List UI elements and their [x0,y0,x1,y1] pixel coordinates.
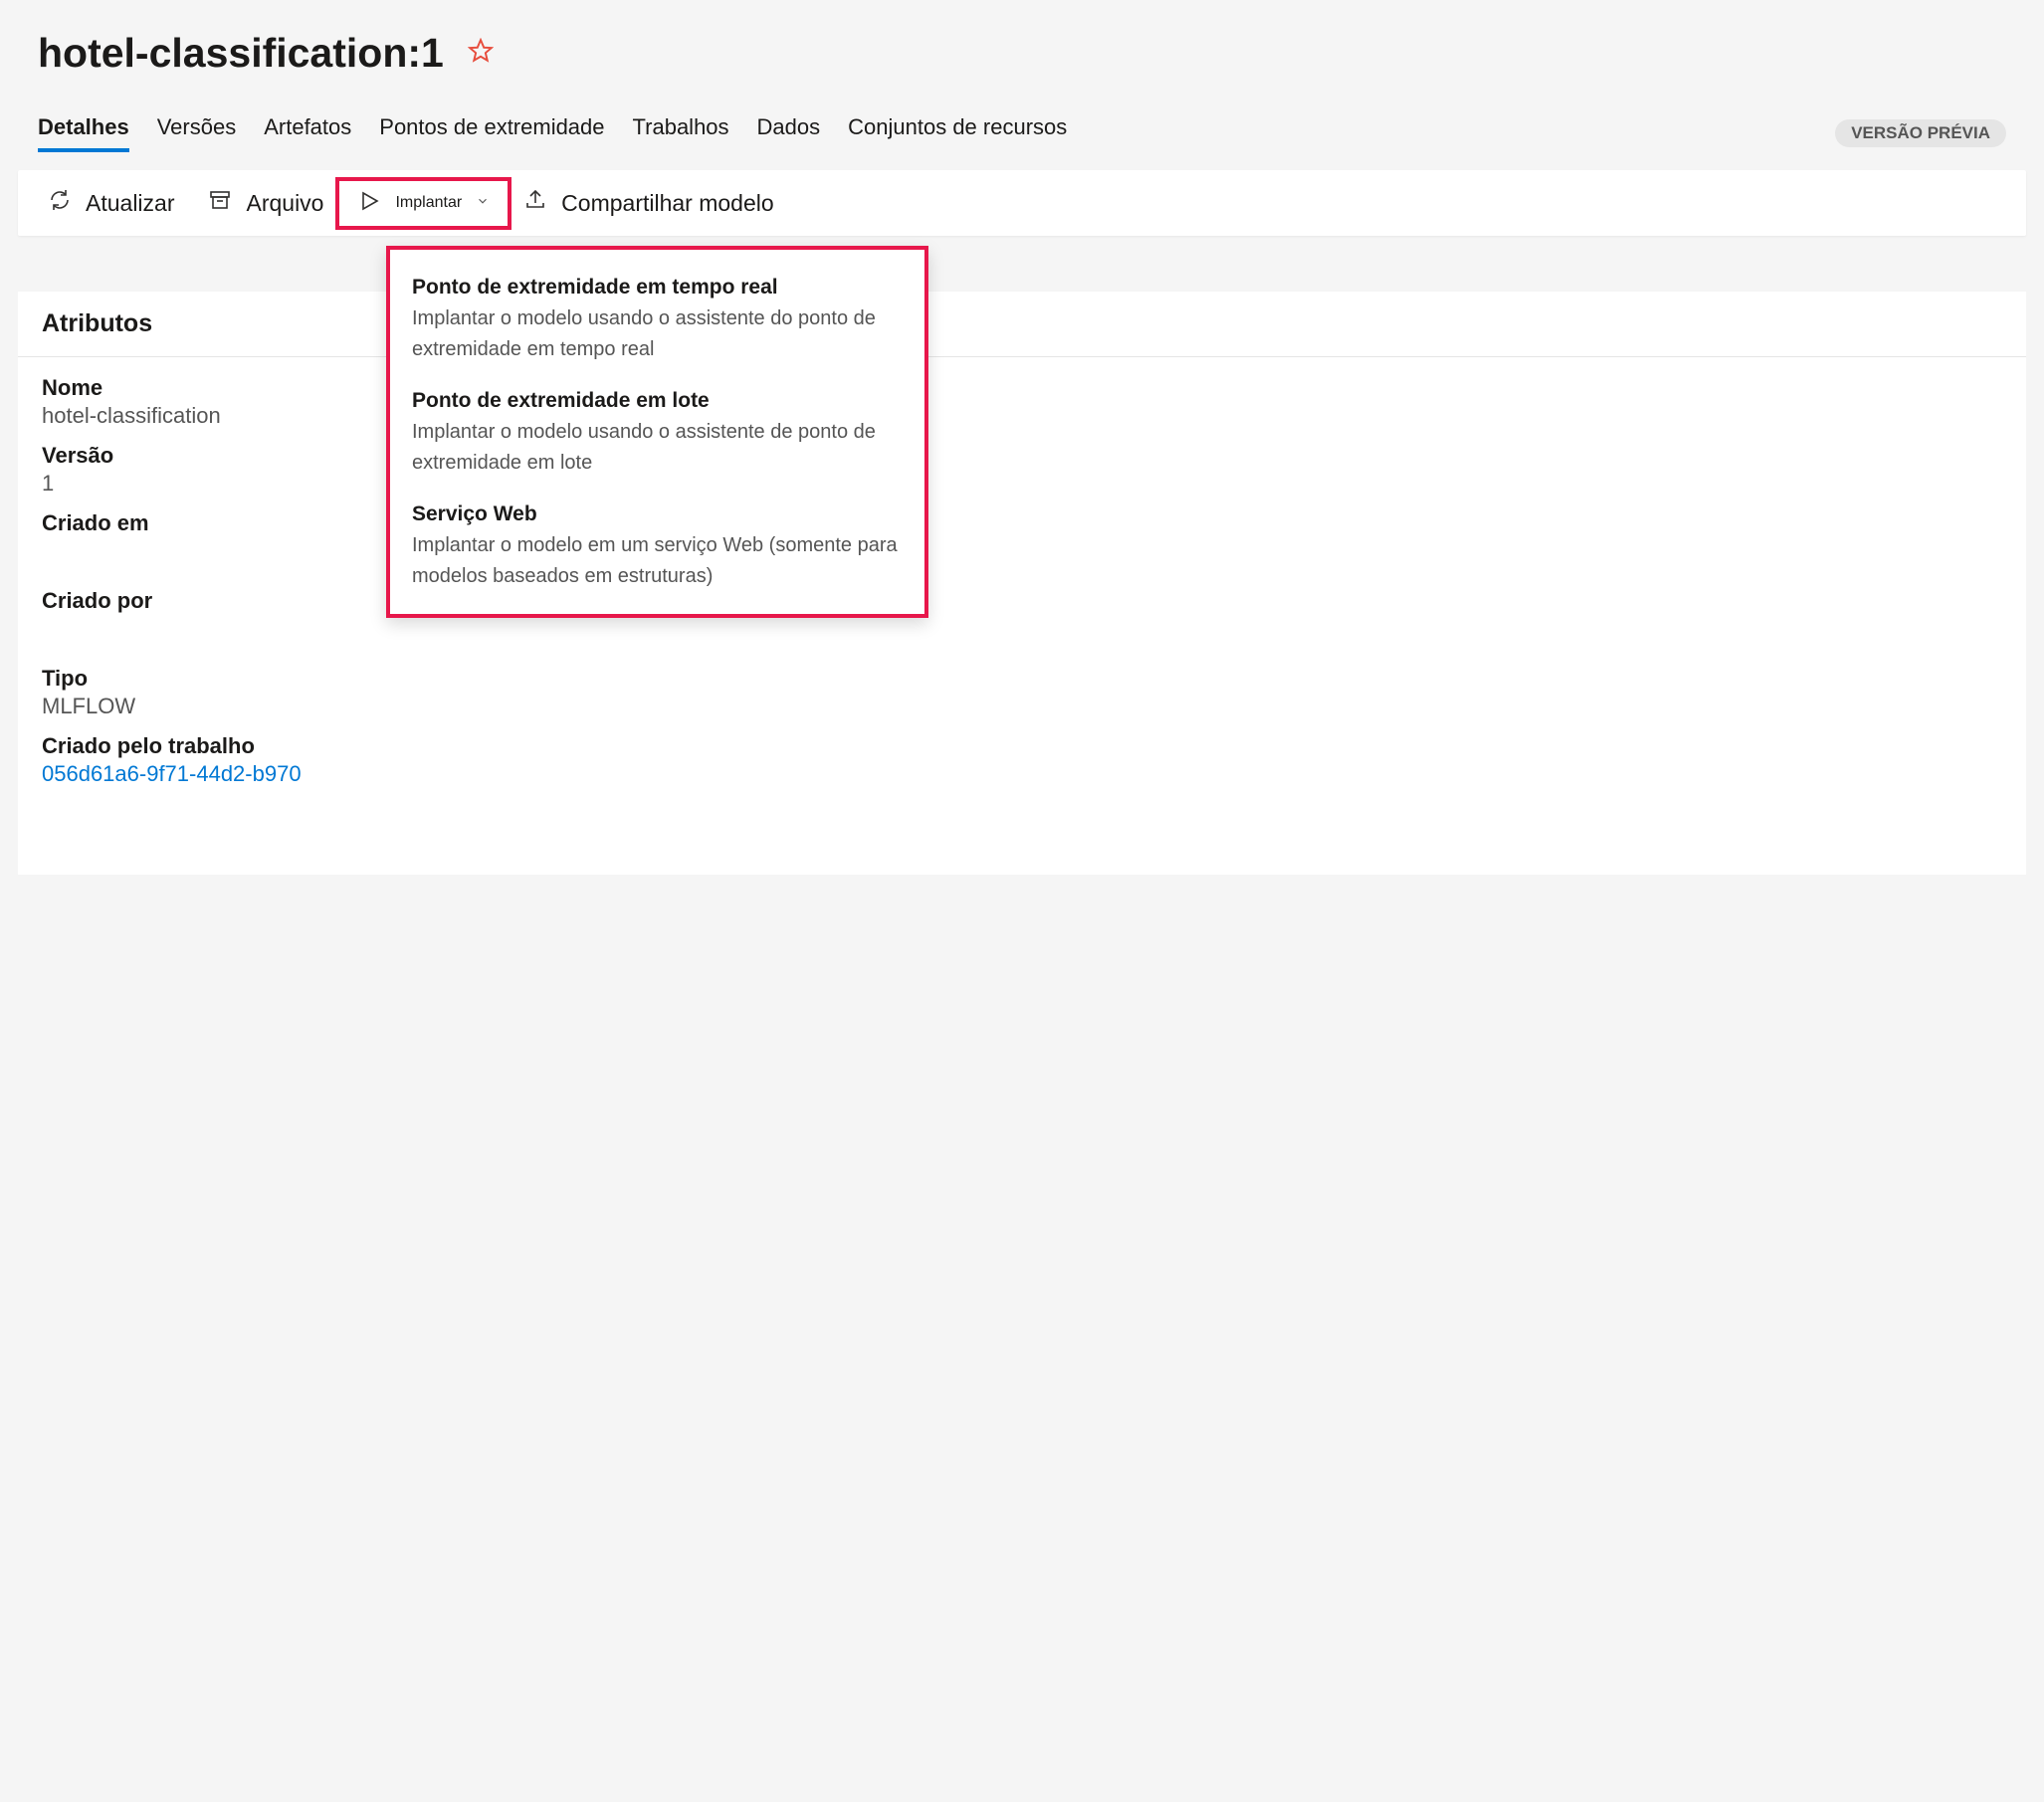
deploy-option-title: Ponto de extremidade em lote [412,389,903,413]
refresh-button[interactable]: Atualizar [48,188,174,218]
deploy-option-realtime[interactable]: Ponto de extremidade em tempo real Impla… [412,270,903,383]
attr-version-value: 1 [42,471,2002,497]
deploy-option-title: Ponto de extremidade em tempo real [412,276,903,300]
attr-name-value: hotel-classification [42,403,2002,429]
upload-icon [523,188,547,218]
tab-versoes[interactable]: Versões [157,114,237,152]
tab-trabalhos[interactable]: Trabalhos [633,114,729,152]
attr-version-label: Versão [42,443,2002,469]
toolbar: Atualizar Arquivo Implantar [18,170,2026,236]
attr-created-label: Criado em [42,510,2002,536]
attr-name-label: Nome [42,375,2002,401]
deploy-option-title: Serviço Web [412,502,903,526]
attr-createdby-label: Criado por [42,588,2002,614]
section-title: Atributos [42,309,2002,338]
deploy-option-desc: Implantar o modelo usando o assistente d… [412,303,903,365]
attr-type-label: Tipo [42,666,2002,692]
attr-job-link[interactable]: 056d61a6-9f71-44d2-b970 [42,761,2002,787]
refresh-icon [48,188,72,218]
page-title: hotel-classification:1 [38,30,444,77]
deploy-button[interactable]: Implantar [335,177,511,230]
share-label: Compartilhar modelo [561,190,773,217]
chevron-down-icon [476,194,490,213]
attr-type-value: MLFLOW [42,694,2002,719]
share-model-button[interactable]: Compartilhar modelo [523,188,773,218]
attr-job-label: Criado pelo trabalho [42,733,2002,759]
deploy-dropdown: Ponto de extremidade em tempo real Impla… [386,246,928,618]
archive-label: Arquivo [246,190,323,217]
tab-artefatos[interactable]: Artefatos [264,114,351,152]
tab-pontos[interactable]: Pontos de extremidade [379,114,604,152]
refresh-label: Atualizar [86,190,174,217]
tabs: Detalhes Versões Artefatos Pontos de ext… [0,87,2044,152]
deploy-option-desc: Implantar o modelo em um serviço Web (so… [412,530,903,592]
preview-badge: VERSÃO PRÉVIA [1835,119,2006,147]
tab-dados[interactable]: Dados [757,114,821,152]
tab-conjuntos[interactable]: Conjuntos de recursos [848,114,1067,152]
play-icon [357,189,381,218]
deploy-option-desc: Implantar o modelo usando o assistente d… [412,417,903,479]
favorite-star-icon[interactable] [468,38,494,69]
deploy-option-batch[interactable]: Ponto de extremidade em lote Implantar o… [412,383,903,497]
archive-icon [208,188,232,218]
tab-detalhes[interactable]: Detalhes [38,114,129,152]
deploy-option-webservice[interactable]: Serviço Web Implantar o modelo em um ser… [412,497,903,592]
archive-button[interactable]: Arquivo [208,188,323,218]
deploy-label: Implantar [395,194,462,212]
